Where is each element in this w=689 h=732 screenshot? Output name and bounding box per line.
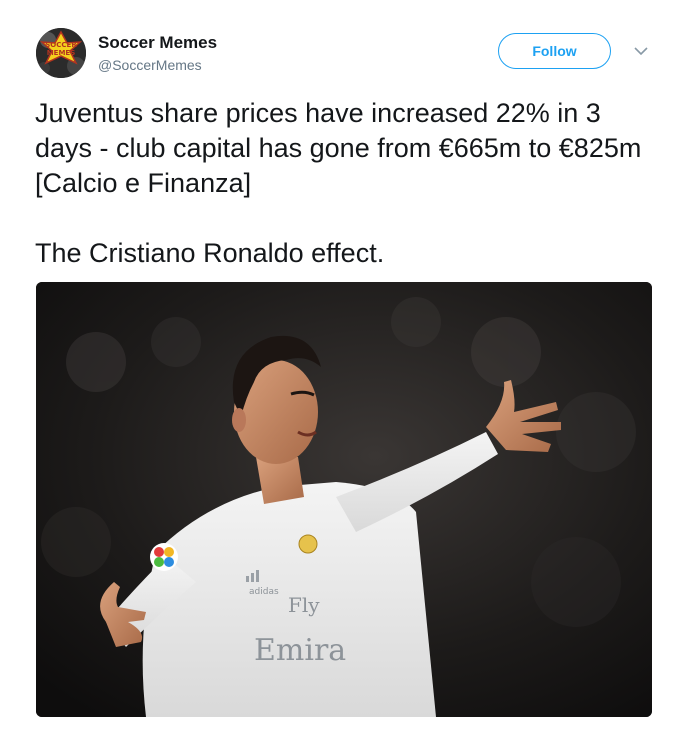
avatar[interactable]: SOCCER MEMES <box>36 28 86 78</box>
svg-text:MEMES: MEMES <box>47 49 76 57</box>
laliga-badge <box>150 543 178 571</box>
account-name[interactable]: Soccer Memes <box>98 33 217 53</box>
follow-button[interactable]: Follow <box>498 33 611 69</box>
sponsor-line1: Fly <box>288 593 320 617</box>
tweet-header: SOCCER MEMES Soccer Memes @SoccerMemes F… <box>0 0 689 90</box>
player-celebration-image: adidas Fly Emira <box>36 282 652 717</box>
sponsor-line2: Emira <box>254 633 346 668</box>
account-handle[interactable]: @SoccerMemes <box>98 57 202 73</box>
tweet-text: Juventus share prices have increased 22%… <box>35 98 642 268</box>
kit-brand-text: adidas <box>249 587 279 597</box>
chevron-down-icon[interactable] <box>633 44 649 58</box>
soccer-memes-logo-icon: SOCCER MEMES <box>36 28 86 78</box>
tweet-photo[interactable]: adidas Fly Emira <box>36 282 652 717</box>
svg-text:SOCCER: SOCCER <box>45 41 77 49</box>
